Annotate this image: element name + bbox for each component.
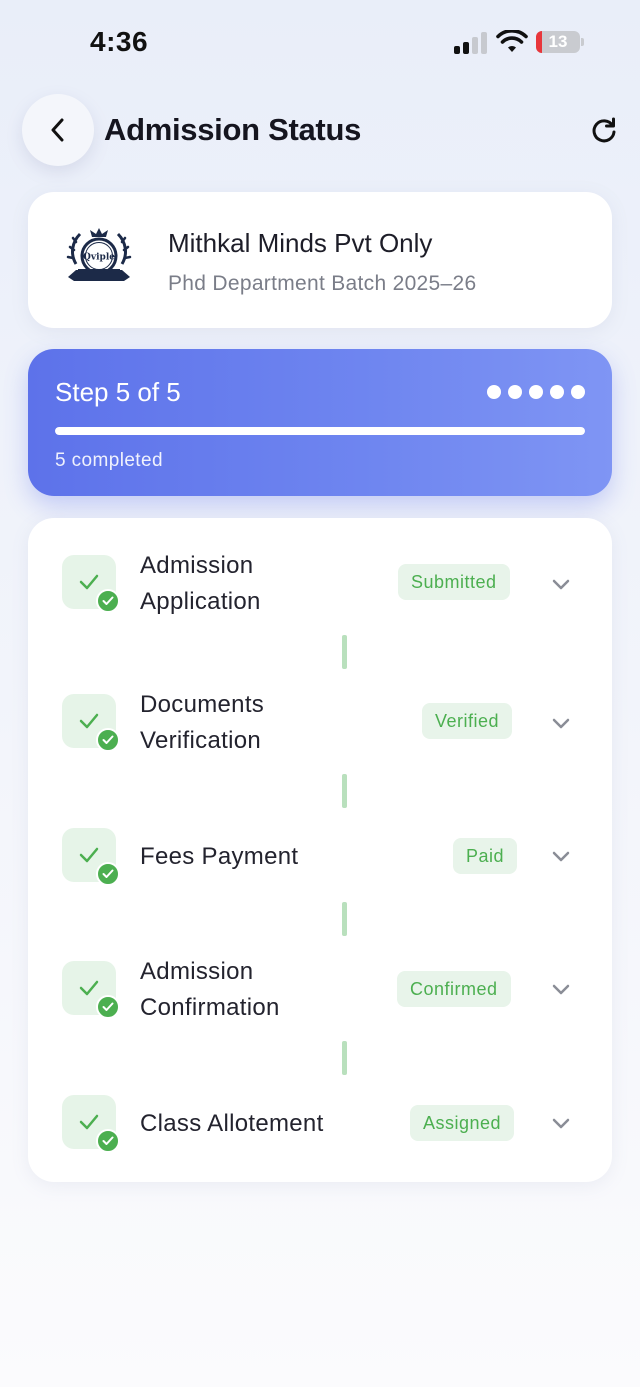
step-dots — [487, 385, 585, 399]
step-dot — [487, 385, 501, 399]
step-dot — [571, 385, 585, 399]
completed-badge-icon — [96, 728, 120, 752]
status-time: 4:36 — [90, 26, 149, 57]
completed-badge-icon — [96, 589, 120, 613]
completed-badge-icon — [96, 995, 120, 1019]
institute-card: Qviple Mithkal Minds Pvt Only Phd Depart… — [28, 192, 612, 328]
battery-level: 13 — [548, 32, 568, 51]
institute-name: Mithkal Minds Pvt Only — [168, 228, 433, 258]
status-bar: 4:36 13 — [0, 0, 640, 88]
check-icon — [79, 713, 99, 729]
step-label: Step 5 of 5 — [55, 377, 181, 407]
stage-icon — [62, 555, 120, 613]
chevron-down-icon[interactable] — [550, 845, 572, 867]
chevron-down-icon[interactable] — [550, 573, 572, 595]
stage-label-line1: Documents — [140, 691, 265, 718]
step-progress-card: Step 5 of 5 5 completed — [28, 349, 612, 496]
chevron-left-icon — [51, 118, 64, 142]
stage-label: Admission Confirmation — [140, 954, 380, 1026]
stage-fees-payment[interactable]: Fees Payment Paid — [28, 828, 612, 908]
refresh-button[interactable] — [588, 114, 620, 146]
check-icon — [79, 1114, 99, 1130]
wifi-icon — [496, 30, 528, 52]
check-icon — [79, 980, 99, 996]
chevron-down-icon[interactable] — [550, 712, 572, 734]
timeline-connector — [342, 1041, 347, 1075]
stage-label: Documents Verification — [140, 687, 380, 759]
check-icon — [79, 847, 99, 863]
stage-label: Admission Application — [140, 548, 380, 620]
stage-label-line1: Admission — [140, 958, 254, 985]
status-badge: Submitted — [398, 564, 510, 600]
check-icon — [102, 1002, 114, 1011]
stage-icon — [62, 1095, 120, 1153]
stage-documents-verification[interactable]: Documents Verification Verified — [28, 691, 612, 774]
check-icon — [102, 869, 114, 878]
status-badge: Verified — [422, 703, 513, 739]
refresh-icon — [592, 117, 616, 143]
stage-admission-application[interactable]: Admission Application Submitted — [28, 552, 612, 635]
timeline-connector — [342, 635, 347, 669]
back-button[interactable] — [22, 94, 94, 166]
institute-logo: Qviple — [66, 228, 132, 281]
status-badge: Assigned — [410, 1105, 515, 1141]
check-icon — [102, 735, 114, 744]
status-badge: Paid — [453, 838, 518, 874]
stage-label-line2: Application — [140, 588, 261, 615]
cellular-signal-icon — [454, 32, 488, 54]
stage-label-line2: Verification — [140, 727, 261, 754]
completed-badge-icon — [96, 862, 120, 886]
battery-icon: 13 — [536, 31, 580, 53]
check-icon — [102, 1136, 114, 1145]
stage-label-line1: Class Allotement — [140, 1110, 324, 1137]
timeline-connector — [342, 774, 347, 808]
check-icon — [79, 574, 99, 590]
completed-badge-icon — [96, 1129, 120, 1153]
stage-class-allotement[interactable]: Class Allotement Assigned — [28, 1095, 612, 1175]
stage-label-line1: Fees Payment — [140, 843, 299, 870]
check-icon — [102, 596, 114, 605]
step-dot — [550, 385, 564, 399]
progress-fill — [55, 427, 585, 435]
battery-tip — [581, 38, 584, 46]
stage-icon — [62, 828, 120, 886]
status-badge: Confirmed — [397, 971, 511, 1007]
stage-icon — [62, 694, 120, 752]
page-title: Admission Status — [104, 112, 362, 147]
chevron-down-icon[interactable] — [550, 1112, 572, 1134]
chevron-down-icon[interactable] — [550, 978, 572, 1000]
completed-count: 5 completed — [55, 450, 163, 471]
stage-admission-confirmation[interactable]: Admission Confirmation Confirmed — [28, 958, 612, 1041]
timeline-connector — [342, 902, 347, 936]
step-dot — [529, 385, 543, 399]
institute-logo-text: Qviple — [83, 253, 115, 263]
stage-label-line1: Admission — [140, 552, 254, 579]
stage-label: Fees Payment — [140, 839, 380, 875]
stage-icon — [62, 961, 120, 1019]
institute-batch: Phd Department Batch 2025–26 — [168, 272, 477, 295]
stage-label: Class Allotement — [140, 1106, 380, 1142]
stage-label-line2: Confirmation — [140, 994, 280, 1021]
admission-timeline: Admission Application Submitted Document… — [28, 518, 612, 1182]
step-dot — [508, 385, 522, 399]
progress-track — [55, 427, 585, 435]
